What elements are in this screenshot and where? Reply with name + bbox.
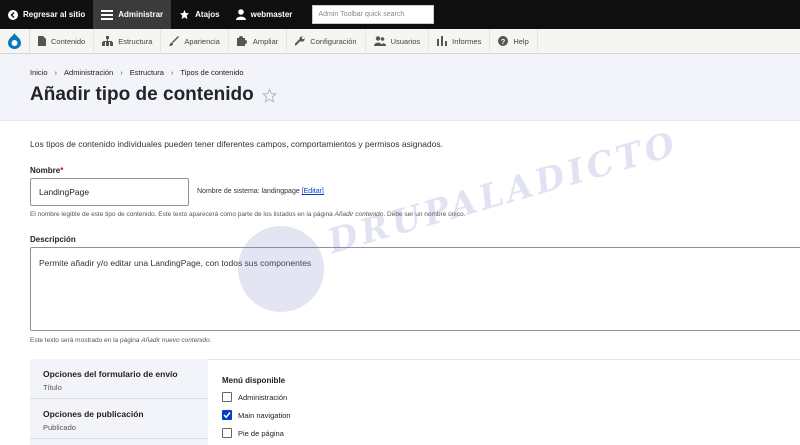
tray-item-label: Help [513,36,529,46]
wrench-icon [295,36,305,46]
back-arrow-icon [8,9,18,20]
breadcrumb-link[interactable]: Tipos de contenido [180,68,243,77]
breadcrumb-link[interactable]: Estructura [130,68,164,77]
vertical-tab-summary: Publicado [43,423,76,432]
menu-option-main-navigation[interactable]: Main navigation [222,410,291,420]
machine-name: Nombre de sistema: landingpage [Editar] [197,188,324,195]
checkbox-label: Main navigation [238,410,291,420]
checkbox-label: Pie de página [238,428,284,438]
breadcrumb: Inicio › Administración › Estructura › T… [30,68,244,77]
checkmark-icon [223,412,231,419]
name-input[interactable]: LandingPage [30,178,189,206]
menu-option-pie-de-pagina[interactable]: Pie de página [222,428,284,438]
tray-item-label: Contenido [51,36,86,46]
tray-item-label: Informes [452,36,482,46]
star-icon [179,9,190,20]
tray-item-label: Usuarios [390,36,421,46]
manage-menu-label: Administrar [118,10,164,19]
page-icon [38,36,46,46]
tray-item-ampliar[interactable]: Ampliar [229,28,288,54]
puzzle-icon [236,36,248,46]
vertical-tab-title: Opciones de publicación [43,409,144,419]
vertical-tabs: Opciones del formulario de envío Título … [30,359,208,445]
tray-item-label: Ampliar [252,36,279,46]
vertical-tab-publishing[interactable]: Opciones de publicación Publicado [30,399,208,439]
page-title-text: Añadir tipo de contenido [30,84,254,105]
vertical-tab-summary: Título [43,383,62,392]
breadcrumb-link[interactable]: Administración [64,68,113,77]
tray-item-label: Configuración [310,36,357,46]
toolbar-search-input[interactable]: Admin Toolbar quick search [312,5,435,24]
page-header: Inicio › Administración › Estructura › T… [0,54,800,121]
intro-text: Los tipos de contenido individuales pued… [30,139,443,149]
breadcrumb-link[interactable]: Inicio [30,68,48,77]
machine-name-edit-link[interactable]: [Editar] [302,188,324,195]
svg-text:?: ? [501,37,506,46]
tray-item-informes[interactable]: Informes [429,28,491,54]
name-label-text: Nombre [30,166,61,175]
checkbox-checked[interactable] [222,410,232,420]
structure-icon [102,36,114,46]
required-marker: * [60,166,64,175]
checkbox[interactable] [222,428,232,438]
help-icon: ? [498,36,509,46]
menu-settings-pane: Menú disponible Administración Main navi… [208,359,800,445]
vertical-tab-submission[interactable]: Opciones del formulario de envío Título [30,359,208,399]
tray-item-usuarios[interactable]: Usuarios [366,28,430,54]
tray-item-estructura[interactable]: Estructura [94,28,162,54]
page-title: Añadir tipo de contenido [30,84,277,106]
machine-name-text: Nombre de sistema: landingpage [197,188,300,195]
users-icon [373,36,386,46]
menu-option-administracion[interactable]: Administración [222,392,287,402]
tray-item-contenido[interactable]: Contenido [30,28,95,54]
brush-icon [169,36,180,46]
description-help-text: Este texto será mostrado en la página Añ… [30,337,212,344]
bars-icon [437,36,448,46]
menu-pane-title: Menú disponible [222,376,286,385]
manage-menu-tab[interactable]: Administrar [93,0,172,29]
vertical-tab-title: Opciones del formulario de envío [43,369,178,379]
shortcut-star-icon[interactable] [261,87,277,103]
drupal-logo-icon[interactable] [0,28,30,54]
name-label: Nombre* [30,166,63,175]
checkbox[interactable] [222,392,232,402]
back-to-site-label: Regresar al sitio [23,10,86,19]
user-tab[interactable]: webmaster [228,0,301,29]
watermark-logo [238,226,324,312]
description-textarea[interactable]: Permite añadir y/o editar una LandingPag… [30,247,800,331]
user-label: webmaster [250,10,293,19]
admin-tray: Contenido Estructura Apariencia Ampliar … [0,28,800,54]
tray-item-configuracion[interactable]: Configuración [287,28,366,54]
admin-toolbar: Regresar al sitio Administrar Atajos web… [0,0,800,29]
checkbox-label: Administración [238,392,288,402]
tray-item-help[interactable]: ? Help [490,28,538,54]
description-label: Descripción [30,235,76,244]
shortcuts-label: Atajos [195,10,220,19]
user-icon [235,9,246,20]
hamburger-icon [101,9,114,20]
tray-item-apariencia[interactable]: Apariencia [161,28,229,54]
tray-item-label: Apariencia [184,36,220,46]
back-to-site-link[interactable]: Regresar al sitio [0,0,93,29]
shortcuts-tab[interactable]: Atajos [171,0,227,29]
tray-item-label: Estructura [118,36,153,46]
